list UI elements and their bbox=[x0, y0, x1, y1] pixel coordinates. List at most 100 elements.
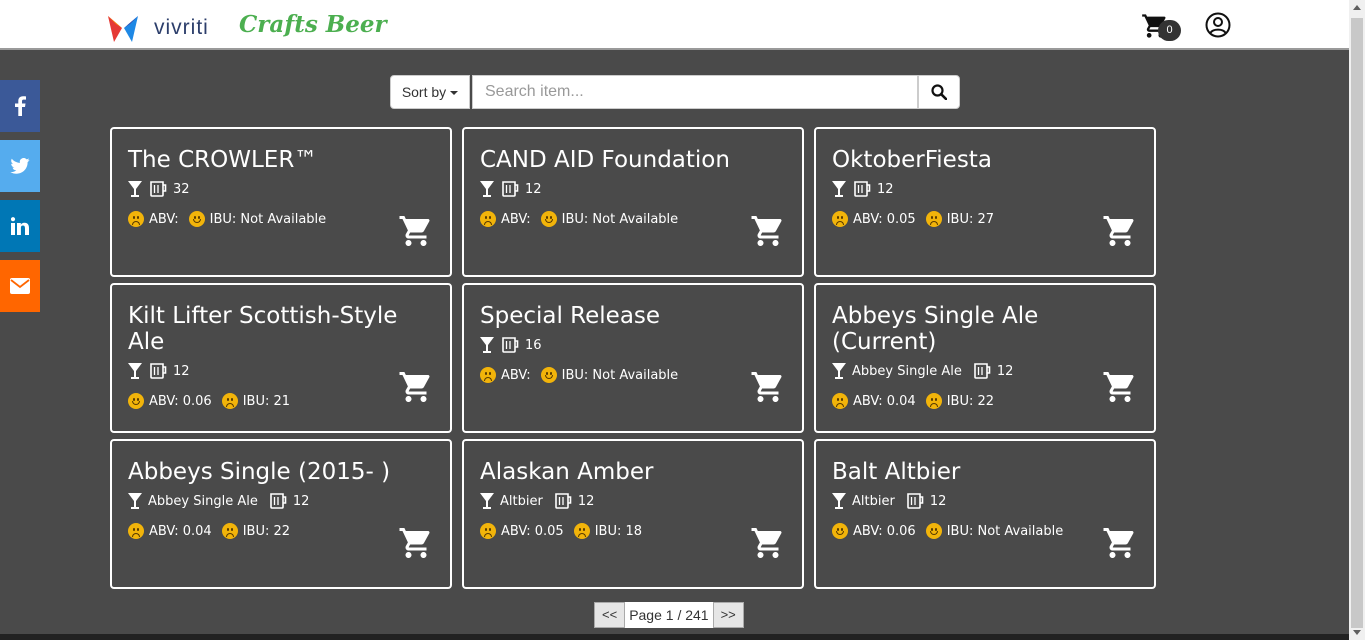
product-card[interactable]: Kilt Lifter Scottish-Style Ale 12 ABV: 0.0… bbox=[110, 283, 452, 433]
mug-icon bbox=[150, 181, 167, 197]
add-to-cart-icon[interactable] bbox=[750, 525, 786, 561]
mug-icon bbox=[555, 493, 572, 509]
product-details-row: 12 bbox=[832, 179, 1138, 199]
product-card[interactable]: Special Release 16 ABV: IBU: Not Available bbox=[462, 283, 804, 433]
scrollbar-thumb[interactable] bbox=[1351, 18, 1363, 628]
frowning-face-icon bbox=[925, 211, 942, 227]
page-indicator: Page 1 / 241 bbox=[625, 602, 713, 628]
product-card[interactable]: Balt Altbier Altbier 12 ABV: 0.06 IBU: Not A… bbox=[814, 439, 1156, 589]
product-stats-row: ABV: IBU: Not Available bbox=[128, 209, 434, 229]
smiley-face-icon bbox=[540, 211, 557, 227]
add-to-cart-icon[interactable] bbox=[398, 213, 434, 249]
product-name[interactable]: Abbeys Single Ale (Current) bbox=[832, 303, 1138, 355]
frowning-face-icon bbox=[221, 523, 238, 539]
search-button[interactable] bbox=[918, 75, 960, 109]
ounces-value: 12 bbox=[292, 493, 310, 509]
ounces-value: 12 bbox=[577, 493, 595, 509]
mug-icon bbox=[854, 181, 871, 197]
envelope-icon bbox=[10, 278, 30, 294]
brand-name[interactable]: vivriti bbox=[154, 16, 209, 40]
scroll-down-arrow-icon[interactable] bbox=[1349, 624, 1365, 640]
product-details-row: Altbier 12 bbox=[832, 491, 1138, 511]
twitter-share-button[interactable] bbox=[0, 140, 40, 192]
smiley-face-icon bbox=[925, 523, 942, 539]
frowning-face-icon bbox=[573, 523, 590, 539]
add-to-cart-icon[interactable] bbox=[1102, 369, 1138, 405]
vertical-scrollbar[interactable] bbox=[1349, 0, 1365, 640]
product-details-row: Abbey Single Ale 12 bbox=[832, 361, 1138, 381]
glass-icon bbox=[480, 181, 494, 197]
facebook-share-button[interactable] bbox=[0, 80, 40, 132]
linkedin-share-button[interactable] bbox=[0, 200, 40, 252]
add-to-cart-icon[interactable] bbox=[398, 369, 434, 405]
frowning-face-icon bbox=[832, 393, 848, 409]
next-page-button[interactable]: >> bbox=[712, 602, 744, 628]
glass-icon bbox=[832, 363, 846, 379]
product-name[interactable]: Abbeys Single (2015- ) bbox=[128, 459, 434, 485]
product-name[interactable]: Special Release bbox=[480, 303, 786, 329]
frowning-face-icon bbox=[925, 393, 942, 409]
ibu-value: IBU: 21 bbox=[242, 393, 291, 409]
abv-value: ABV: 0.06 bbox=[149, 393, 212, 409]
ounces-value: 32 bbox=[173, 181, 190, 197]
ibu-value: IBU: Not Available bbox=[946, 523, 1064, 539]
twitter-icon bbox=[10, 158, 30, 174]
product-name[interactable]: Kilt Lifter Scottish-Style Ale bbox=[128, 303, 434, 355]
frowning-face-icon bbox=[480, 523, 496, 539]
product-name[interactable]: Balt Altbier bbox=[832, 459, 1138, 485]
ibu-value: IBU: 18 bbox=[594, 523, 643, 539]
pagination: << Page 1 / 241 >> bbox=[594, 602, 744, 628]
mug-icon bbox=[150, 363, 167, 379]
product-name[interactable]: OktoberFiesta bbox=[832, 147, 1138, 173]
product-name[interactable]: The CROWLER™ bbox=[128, 147, 434, 173]
previous-page-button[interactable]: << bbox=[594, 602, 626, 628]
product-name[interactable]: Alaskan Amber bbox=[480, 459, 786, 485]
abv-value: ABV: bbox=[501, 211, 531, 227]
glass-icon bbox=[128, 181, 142, 197]
product-card[interactable]: CAND AID Foundation 12 ABV: IBU: Not Availa… bbox=[462, 127, 804, 277]
glass-icon bbox=[832, 181, 846, 197]
email-share-button[interactable] bbox=[0, 260, 40, 312]
ibu-value: IBU: Not Available bbox=[209, 211, 327, 227]
product-stats-row: ABV: 0.06 IBU: Not Available bbox=[832, 521, 1138, 541]
user-account-icon[interactable] bbox=[1205, 12, 1231, 38]
facebook-icon bbox=[15, 96, 26, 116]
search-input[interactable] bbox=[472, 75, 918, 109]
product-card[interactable]: Abbeys Single (2015- ) Abbey Single Ale 12… bbox=[110, 439, 452, 589]
search-icon bbox=[931, 84, 947, 100]
add-to-cart-icon[interactable] bbox=[1102, 525, 1138, 561]
add-to-cart-icon[interactable] bbox=[398, 525, 434, 561]
product-stats-row: ABV: IBU: Not Available bbox=[480, 365, 786, 385]
abv-value: ABV: 0.04 bbox=[853, 393, 916, 409]
product-card[interactable]: OktoberFiesta 12 ABV: 0.05 IBU: 27 bbox=[814, 127, 1156, 277]
smiley-face-icon bbox=[188, 211, 205, 227]
frowning-face-icon bbox=[128, 211, 144, 227]
add-to-cart-icon[interactable] bbox=[750, 369, 786, 405]
abv-value: ABV: 0.06 bbox=[853, 523, 916, 539]
product-details-row: 32 bbox=[128, 179, 434, 199]
scroll-up-arrow-icon[interactable] bbox=[1349, 0, 1365, 16]
glass-icon bbox=[128, 363, 142, 379]
sort-by-label: Sort by bbox=[401, 84, 447, 100]
product-card[interactable]: Alaskan Amber Altbier 12 ABV: 0.05 IBU: 18 bbox=[462, 439, 804, 589]
product-details-row: Abbey Single Ale 12 bbox=[128, 491, 434, 511]
product-card[interactable]: The CROWLER™ 32 ABV: IBU: Not Available bbox=[110, 127, 452, 277]
product-stats-row: ABV: 0.05 IBU: 18 bbox=[480, 521, 786, 541]
product-name[interactable]: CAND AID Foundation bbox=[480, 147, 786, 173]
sort-by-dropdown[interactable]: Sort by bbox=[390, 75, 470, 109]
abv-value: ABV: bbox=[149, 211, 179, 227]
ounces-value: 12 bbox=[173, 363, 190, 379]
product-card[interactable]: Abbeys Single Ale (Current) Abbey Single … bbox=[814, 283, 1156, 433]
vivriti-logo-icon[interactable] bbox=[106, 12, 140, 44]
add-to-cart-icon[interactable] bbox=[1102, 213, 1138, 249]
cart-count-badge: 0 bbox=[1158, 20, 1181, 41]
ibu-value: IBU: 27 bbox=[946, 211, 995, 227]
add-to-cart-icon[interactable] bbox=[750, 213, 786, 249]
glass-icon bbox=[832, 493, 846, 509]
product-details-row: 12 bbox=[128, 361, 434, 381]
abv-value: ABV: bbox=[501, 367, 531, 383]
product-stats-row: ABV: IBU: Not Available bbox=[480, 209, 786, 229]
ounces-value: 12 bbox=[929, 493, 947, 509]
frowning-face-icon bbox=[221, 393, 238, 409]
ounces-value: 12 bbox=[525, 181, 542, 197]
